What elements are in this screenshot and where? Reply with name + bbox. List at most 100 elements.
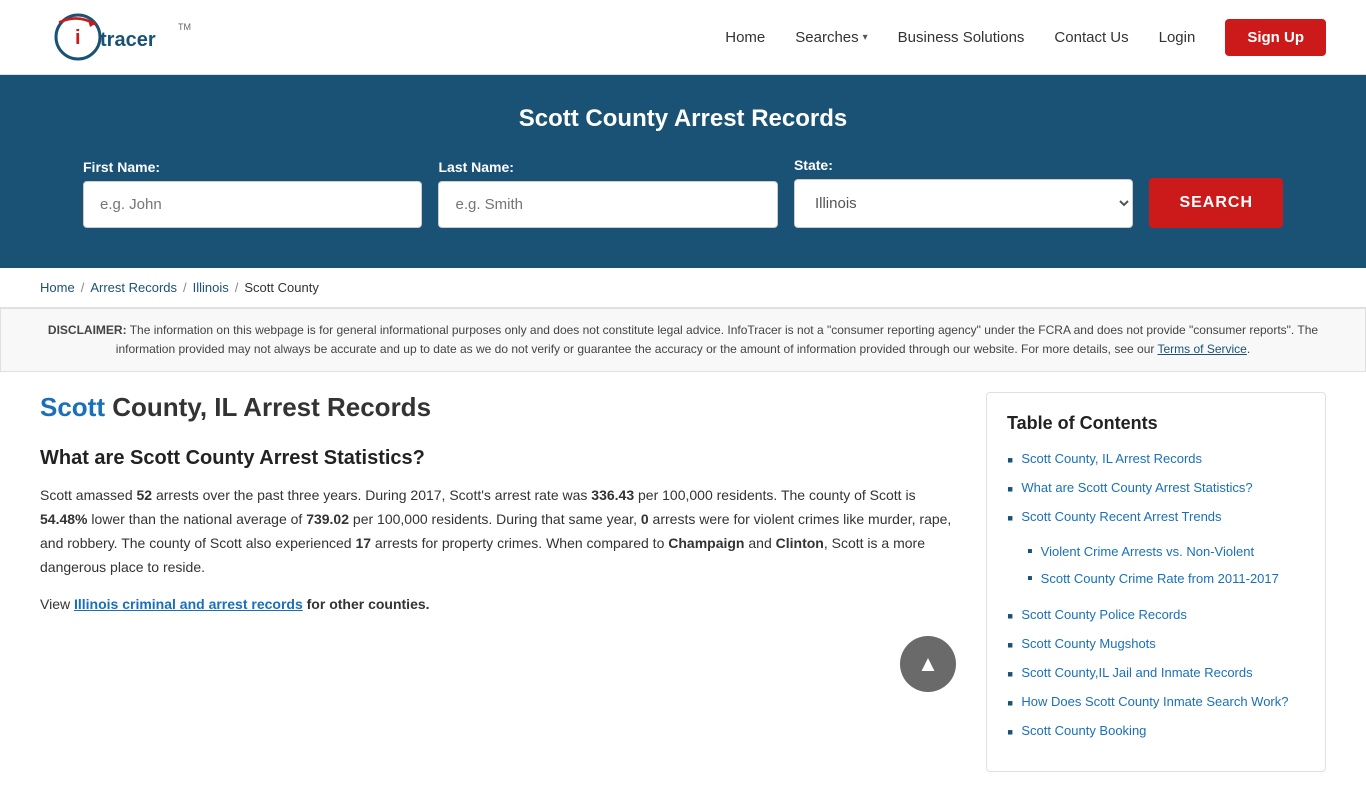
nav-contact-us[interactable]: Contact Us bbox=[1054, 29, 1128, 46]
national-avg: 739.02 bbox=[306, 511, 349, 527]
article-body-paragraph: Scott amassed 52 arrests over the past t… bbox=[40, 484, 956, 579]
toc-sub-link-1[interactable]: Violent Crime Arrests vs. Non-Violent bbox=[1041, 543, 1254, 561]
toc-link-6[interactable]: Scott County,IL Jail and Inmate Records bbox=[1021, 664, 1252, 682]
toc-bullet-5: ▪ bbox=[1007, 636, 1013, 654]
content-left: Scott County, IL Arrest Records What are… bbox=[40, 392, 956, 771]
body-text-1: Scott amassed bbox=[40, 487, 137, 503]
cta-text: View bbox=[40, 596, 74, 612]
toc-sub-item-1: ▪ Violent Crime Arrests vs. Non-Violent bbox=[1027, 543, 1279, 561]
svg-text:tracer: tracer bbox=[100, 29, 156, 51]
article-title-highlight: Scott bbox=[40, 392, 105, 422]
toc-box: Table of Contents ▪ Scott County, IL Arr… bbox=[986, 392, 1326, 771]
toc-sub-list: ▪ Violent Crime Arrests vs. Non-Violent … bbox=[1007, 543, 1279, 595]
svg-text:TM: TM bbox=[178, 22, 191, 32]
body-text-8: and bbox=[744, 535, 775, 551]
scroll-area: ▲ bbox=[40, 632, 956, 692]
toc-item-7: ▪ How Does Scott County Inmate Search Wo… bbox=[1007, 693, 1305, 712]
breadcrumb-sep-3: / bbox=[235, 280, 239, 295]
toc-bullet-6: ▪ bbox=[1007, 665, 1013, 683]
nav-business-solutions[interactable]: Business Solutions bbox=[898, 29, 1025, 46]
state-label: State: bbox=[794, 157, 1133, 173]
violent-count: 0 bbox=[641, 511, 649, 527]
toc-bullet-4: ▪ bbox=[1007, 607, 1013, 625]
toc-item-5: ▪ Scott County Mugshots bbox=[1007, 635, 1305, 654]
toc-link-1[interactable]: Scott County, IL Arrest Records bbox=[1021, 450, 1202, 468]
property-count: 17 bbox=[355, 535, 371, 551]
toc-link-3[interactable]: Scott County Recent Arrest Trends bbox=[1021, 508, 1221, 526]
body-text-5: per 100,000 residents. During that same … bbox=[349, 511, 641, 527]
toc-sub-item-2: ▪ Scott County Crime Rate from 2011-2017 bbox=[1027, 570, 1279, 588]
toc-sub-link-2[interactable]: Scott County Crime Rate from 2011-2017 bbox=[1041, 570, 1279, 588]
toc-link-8[interactable]: Scott County Booking bbox=[1021, 722, 1146, 740]
breadcrumb-sep-2: / bbox=[183, 280, 187, 295]
terms-link[interactable]: Terms of Service bbox=[1158, 342, 1247, 356]
toc-item-3: ▪ Scott County Recent Arrest Trends ▪ Vi… bbox=[1007, 508, 1305, 595]
last-name-group: Last Name: bbox=[438, 159, 777, 228]
last-name-label: Last Name: bbox=[438, 159, 777, 175]
signup-button[interactable]: Sign Up bbox=[1225, 19, 1326, 56]
search-form: First Name: Last Name: State: Illinois A… bbox=[83, 157, 1283, 228]
arrests-number: 52 bbox=[137, 487, 153, 503]
toc-list: ▪ Scott County, IL Arrest Records ▪ What… bbox=[1007, 450, 1305, 740]
body-text-3: per 100,000 residents. The county of Sco… bbox=[634, 487, 915, 503]
body-text-7: arrests for property crimes. When compar… bbox=[371, 535, 668, 551]
first-name-group: First Name: bbox=[83, 159, 422, 228]
toc-item-4: ▪ Scott County Police Records bbox=[1007, 606, 1305, 625]
arrest-rate: 336.43 bbox=[591, 487, 634, 503]
toc-link-2[interactable]: What are Scott County Arrest Statistics? bbox=[1021, 479, 1252, 497]
first-name-input[interactable] bbox=[83, 181, 422, 228]
state-select[interactable]: Illinois Alabama Alaska Arizona Arkansas… bbox=[794, 179, 1133, 228]
cta-link[interactable]: Illinois criminal and arrest records bbox=[74, 596, 303, 612]
content-right: Table of Contents ▪ Scott County, IL Arr… bbox=[986, 392, 1326, 771]
breadcrumb-illinois[interactable]: Illinois bbox=[193, 280, 229, 295]
first-name-label: First Name: bbox=[83, 159, 422, 175]
svg-text:i: i bbox=[75, 27, 81, 49]
login-button[interactable]: Login bbox=[1159, 29, 1196, 46]
breadcrumb-home[interactable]: Home bbox=[40, 280, 75, 295]
toc-sub-bullet-1: ▪ bbox=[1027, 544, 1033, 560]
state-group: State: Illinois Alabama Alaska Arizona A… bbox=[794, 157, 1133, 228]
site-header: i tracer TM Home Searches ▾ Business Sol… bbox=[0, 0, 1366, 75]
toc-title: Table of Contents bbox=[1007, 413, 1305, 434]
body-text-4: lower than the national average of bbox=[87, 511, 306, 527]
lower-percent: 54.48% bbox=[40, 511, 87, 527]
toc-sub-bullet-2: ▪ bbox=[1027, 571, 1033, 587]
chevron-down-icon: ▾ bbox=[863, 32, 868, 43]
toc-link-4[interactable]: Scott County Police Records bbox=[1021, 606, 1186, 624]
toc-item-1: ▪ Scott County, IL Arrest Records bbox=[1007, 450, 1305, 469]
article-title-rest: County, IL Arrest Records bbox=[105, 392, 431, 422]
city-1: Champaign bbox=[668, 535, 744, 551]
breadcrumb-arrest-records[interactable]: Arrest Records bbox=[90, 280, 177, 295]
breadcrumb-current: Scott County bbox=[244, 280, 318, 295]
search-button[interactable]: SEARCH bbox=[1149, 178, 1283, 228]
body-text-2: arrests over the past three years. Durin… bbox=[152, 487, 591, 503]
nav-home[interactable]: Home bbox=[725, 29, 765, 46]
scroll-to-top-button[interactable]: ▲ bbox=[900, 636, 956, 692]
nav-searches[interactable]: Searches ▾ bbox=[795, 29, 867, 46]
main-content: Scott County, IL Arrest Records What are… bbox=[0, 372, 1366, 791]
toc-item-8: ▪ Scott County Booking bbox=[1007, 722, 1305, 741]
toc-item-6: ▪ Scott County,IL Jail and Inmate Record… bbox=[1007, 664, 1305, 683]
article-title: Scott County, IL Arrest Records bbox=[40, 392, 956, 423]
cta-end: for other counties. bbox=[303, 596, 430, 612]
toc-bullet-7: ▪ bbox=[1007, 694, 1013, 712]
article-cta-paragraph: View Illinois criminal and arrest record… bbox=[40, 596, 956, 612]
logo[interactable]: i tracer TM bbox=[40, 10, 200, 64]
toc-bullet-8: ▪ bbox=[1007, 723, 1013, 741]
search-banner: Scott County Arrest Records First Name: … bbox=[0, 75, 1366, 268]
toc-link-7[interactable]: How Does Scott County Inmate Search Work… bbox=[1021, 693, 1288, 711]
toc-item-2: ▪ What are Scott County Arrest Statistic… bbox=[1007, 479, 1305, 498]
breadcrumb: Home / Arrest Records / Illinois / Scott… bbox=[0, 268, 1366, 308]
nav-searches-label: Searches bbox=[795, 29, 858, 46]
toc-bullet-2: ▪ bbox=[1007, 480, 1013, 498]
city-2: Clinton bbox=[776, 535, 824, 551]
toc-link-5[interactable]: Scott County Mugshots bbox=[1021, 635, 1155, 653]
toc-bullet-1: ▪ bbox=[1007, 451, 1013, 469]
disclaimer-text: The information on this webpage is for g… bbox=[116, 323, 1318, 356]
disclaimer-end: . bbox=[1247, 342, 1250, 356]
page-title: Scott County Arrest Records bbox=[40, 105, 1326, 133]
disclaimer-box: DISCLAIMER: The information on this webp… bbox=[0, 308, 1366, 372]
logo-svg: i tracer TM bbox=[40, 10, 200, 64]
article-section-title: What are Scott County Arrest Statistics? bbox=[40, 447, 956, 470]
last-name-input[interactable] bbox=[438, 181, 777, 228]
